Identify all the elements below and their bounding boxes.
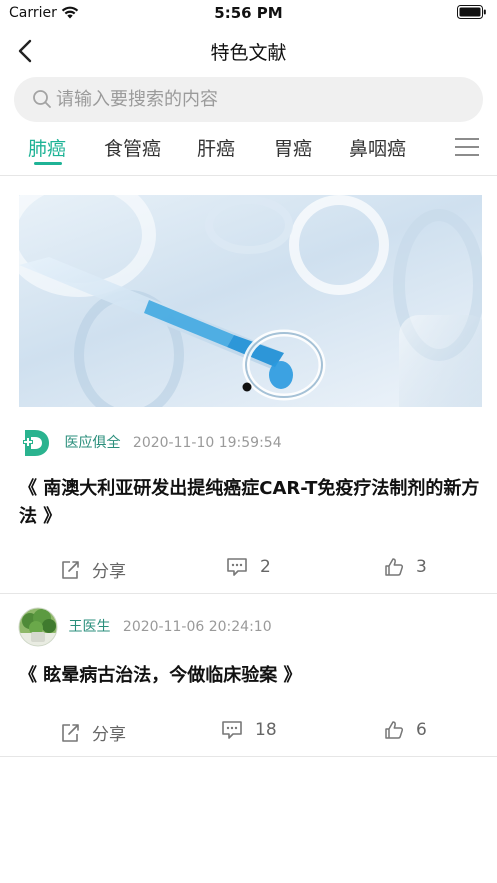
comment-button[interactable]: 18 (221, 720, 277, 740)
like-icon (385, 558, 404, 576)
tab-nasopharyngeal-cancer[interactable]: 鼻咽癌 (349, 134, 406, 161)
comment-icon (227, 558, 247, 576)
search-icon (33, 90, 51, 108)
comment-button[interactable]: 2 (226, 557, 271, 577)
like-count: 6 (416, 720, 427, 740)
menu-icon[interactable] (455, 136, 479, 158)
navigation-bar: 特色文献 (0, 26, 497, 76)
battery-icon (457, 5, 486, 19)
divider (0, 593, 497, 594)
article-meta: 王医生 2020-11-06 20:24:10 (18, 607, 272, 647)
post-timestamp: 2020-11-06 20:24:10 (122, 619, 272, 635)
like-count: 3 (416, 557, 427, 577)
tab-stomach-cancer[interactable]: 胃癌 (274, 134, 312, 161)
like-icon (385, 721, 404, 739)
like-button[interactable]: 6 (384, 720, 427, 740)
page-title: 特色文献 (210, 42, 287, 64)
comment-icon (222, 721, 242, 739)
comment-count: 18 (255, 720, 277, 740)
article-title[interactable]: 《 南澳大利亚研发出提纯癌症CAR-T免疫疗法制剂的新方法 》 (19, 475, 481, 531)
post-timestamp: 2020-11-10 19:59:54 (132, 435, 282, 451)
comment-count: 2 (260, 557, 271, 577)
avatar[interactable] (18, 607, 58, 647)
publisher-logo-icon (23, 430, 49, 456)
clock: 5:56 PM (214, 4, 283, 22)
search-bar[interactable] (14, 77, 483, 122)
active-tab-indicator (34, 162, 62, 165)
share-button[interactable]: 分享 (60, 557, 126, 582)
share-icon (62, 723, 79, 742)
lab-glassware-illustration (19, 195, 482, 407)
share-icon (62, 560, 79, 579)
author-name[interactable]: 医应俱全 (64, 435, 120, 451)
share-button[interactable]: 分享 (60, 720, 126, 745)
divider (0, 756, 497, 757)
article-cover-image[interactable] (19, 195, 482, 407)
share-label: 分享 (92, 725, 126, 745)
like-button[interactable]: 3 (384, 557, 427, 577)
tab-esophageal-cancer[interactable]: 食管癌 (104, 134, 161, 161)
status-bar: Carrier 5:56 PM (0, 0, 497, 26)
share-label: 分享 (92, 562, 126, 582)
article-title[interactable]: 《 眩晕病古治法，今做临床验案 》 (19, 662, 481, 690)
tab-lung-cancer[interactable]: 肺癌 (28, 134, 66, 161)
article-meta: 医应俱全 2020-11-10 19:59:54 (23, 428, 282, 458)
search-input[interactable] (56, 77, 466, 122)
category-tabs: 肺癌 食管癌 肝癌 胃癌 鼻咽癌 (0, 124, 497, 176)
author-name[interactable]: 王医生 (68, 619, 110, 635)
tab-liver-cancer[interactable]: 肝癌 (197, 134, 235, 161)
